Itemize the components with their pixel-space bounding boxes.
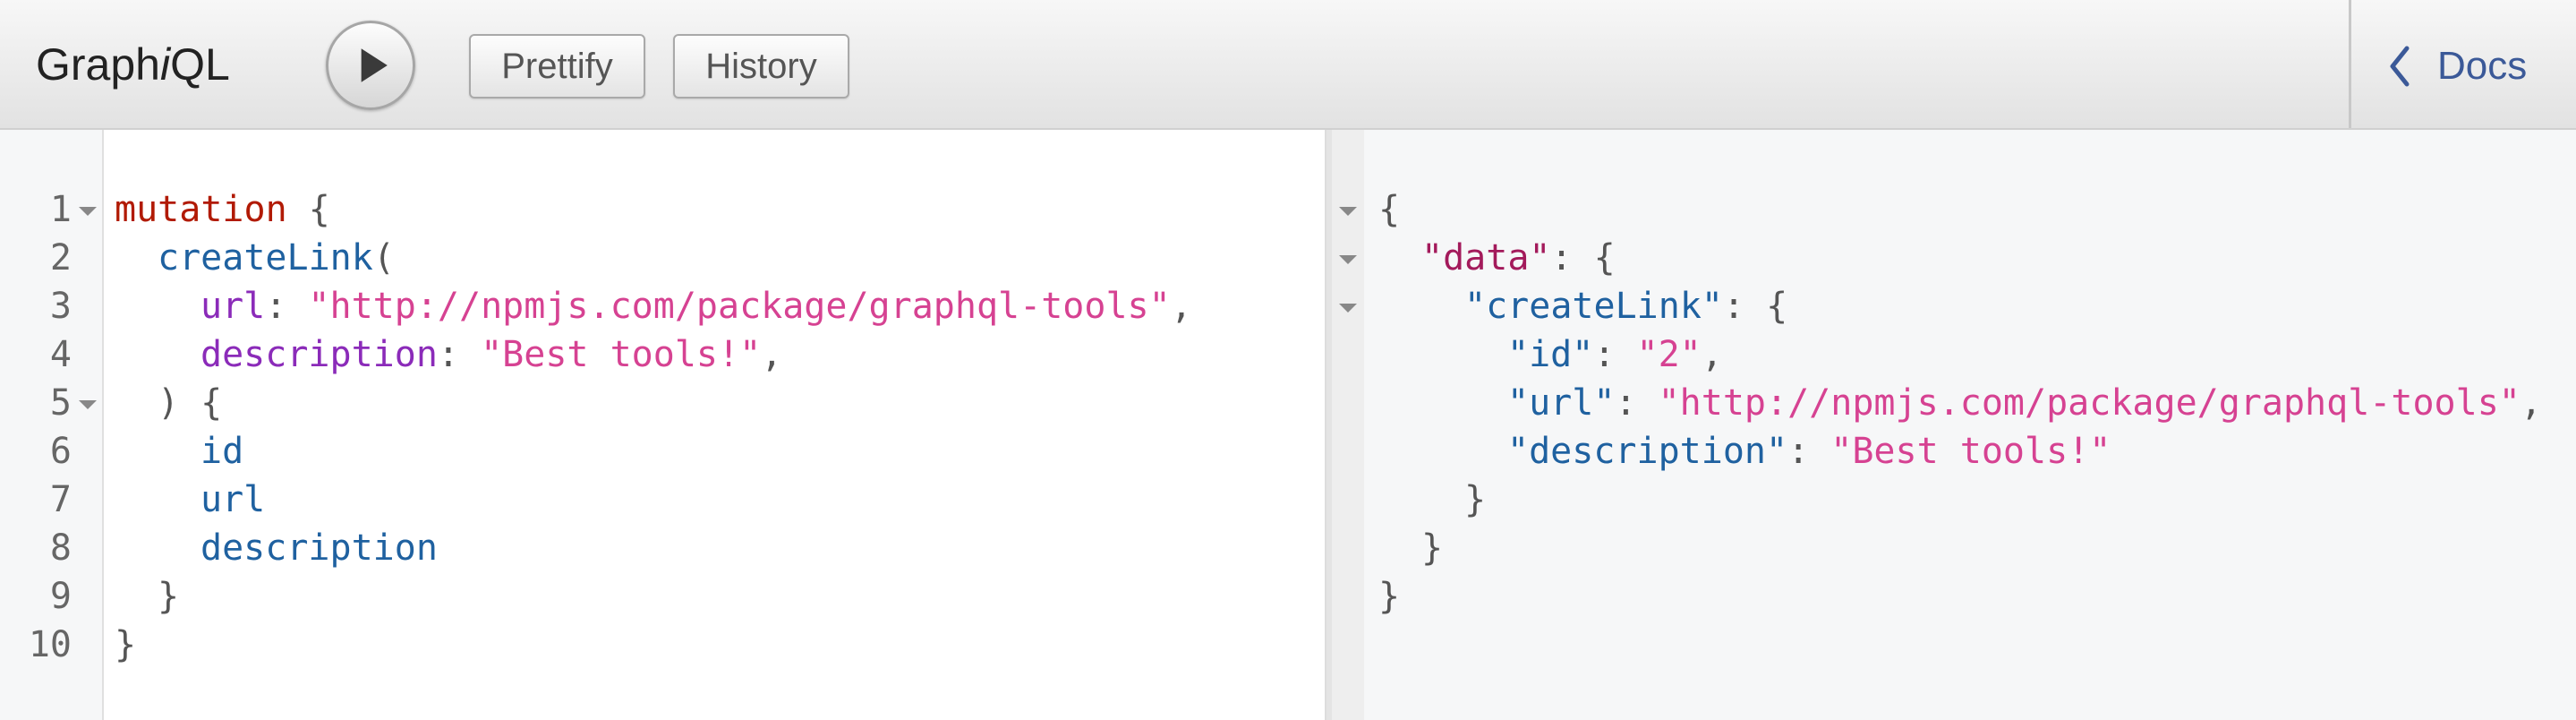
line-number: 2 [49,237,72,279]
string-token: "Best tools!" [1830,431,2111,472]
prettify-button[interactable]: Prettify [469,34,645,99]
punctuation-token: : [1787,431,1831,472]
field-token: id [200,431,244,472]
toolbar: GraphiQL Prettify History Docs [0,0,2576,130]
field-token: description [200,527,438,569]
code-line: mutation { [115,185,330,234]
line-number: 9 [49,576,72,617]
string-token: "http://npmjs.com/package/graphql-tools" [1658,382,2521,424]
code-line: id [200,427,243,476]
result-line: "description": "Best tools!" [1507,427,2111,476]
fold-marker-icon[interactable] [79,207,97,216]
code-line: } [158,572,179,621]
code-line: createLink( [158,234,395,282]
result-line: "data": { [1421,234,1616,282]
app-title-suffix: QL [170,39,230,90]
punctuation-token: : [437,334,482,375]
punctuation-token: ) { [158,382,223,424]
result-viewer: { "data": { "createLink": { "id": "2", "… [1332,130,2576,720]
punctuation-token: } [1378,576,1401,617]
result-line: "createLink": { [1464,282,1787,330]
result-line: } [1421,524,1443,572]
json-key-token: "description" [1507,431,1788,472]
argument-token: url [200,286,266,327]
line-number-gutter: 1 2 3 4 5 6 7 8 9 10 [0,130,104,720]
code-line: description [200,524,438,572]
line-number: 8 [49,527,72,569]
line-number: 1 [49,189,72,230]
docs-explorer-toggle: Docs [2349,0,2576,128]
keyword-token: mutation [115,189,287,230]
json-key-token: "data" [1421,237,1551,279]
fold-marker-icon[interactable] [1339,207,1357,216]
line-number: 7 [49,479,72,520]
fold-marker-icon[interactable] [1339,255,1357,264]
app-title-italic: i [159,39,171,90]
docs-button[interactable]: Docs [2351,0,2576,128]
field-token: url [200,479,266,520]
string-token: "Best tools!" [481,334,762,375]
punctuation-token: { [1378,189,1401,230]
punctuation-token: : [1615,382,1659,424]
query-editor[interactable]: 1 2 3 4 5 6 7 8 9 10 mutation { createLi… [0,130,1326,720]
code-line: ) { [158,379,222,427]
json-key-token: "createLink" [1464,286,1723,327]
field-token: createLink [158,237,373,279]
result-line: } [1464,476,1486,524]
line-number: 10 [28,624,72,665]
code-line: } [115,621,136,669]
punctuation-token: : [265,286,309,327]
punctuation-token: } [158,576,180,617]
punctuation-token: , [1701,334,1723,375]
string-token: "2" [1636,334,1702,375]
argument-token: description [200,334,438,375]
fold-marker-icon[interactable] [1339,304,1357,313]
punctuation-token: } [1464,479,1487,520]
punctuation-token: { [286,189,330,230]
result-gutter [1332,130,1364,720]
history-button[interactable]: History [673,34,849,99]
result-line: } [1378,572,1400,621]
app-title-prefix: Graph [36,39,160,90]
fold-marker-icon[interactable] [79,400,97,409]
play-icon [361,48,388,82]
punctuation-token: } [115,624,137,665]
result-line: "id": "2", [1507,330,1723,379]
punctuation-token: , [761,334,783,375]
punctuation-token: : [1593,334,1637,375]
json-key-token: "url" [1507,382,1616,424]
json-key-token: "id" [1507,334,1594,375]
line-number: 5 [49,382,72,424]
punctuation-token: ( [372,237,395,279]
punctuation-token: : { [1722,286,1788,327]
line-number: 3 [49,286,72,327]
docs-label: Docs [2437,44,2528,88]
line-number: 6 [49,431,72,472]
line-number: 4 [49,334,72,375]
execute-query-button[interactable] [326,21,415,110]
code-line: description: "Best tools!", [200,330,782,379]
punctuation-token: } [1421,527,1444,569]
result-line: { [1378,185,1400,234]
string-token: "http://npmjs.com/package/graphql-tools" [308,286,1171,327]
code-line: url [200,476,265,524]
result-line: "url": "http://npmjs.com/package/graphql… [1507,379,2542,427]
punctuation-token: , [1170,286,1192,327]
code-line: url: "http://npmjs.com/package/graphql-t… [200,282,1192,330]
punctuation-token: : { [1550,237,1616,279]
app-title: GraphiQL [36,0,230,130]
punctuation-token: , [2520,382,2542,424]
chevron-left-icon [2390,46,2410,87]
